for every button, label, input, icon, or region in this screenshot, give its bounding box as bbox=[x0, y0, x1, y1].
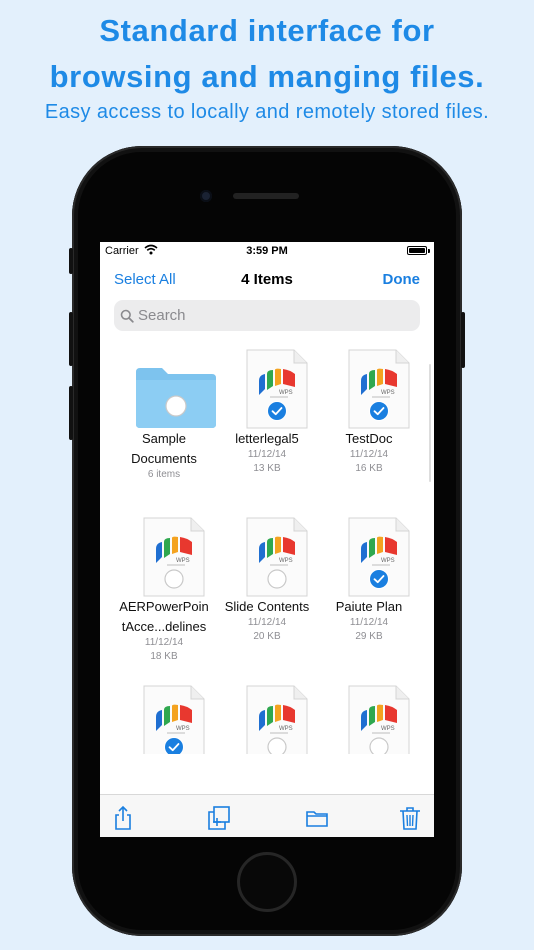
wps-badge-text: WPS bbox=[381, 726, 395, 732]
file-grid: Sample Documents 6 items WPS letterlegal5 11/… bbox=[100, 344, 434, 754]
bottom-toolbar bbox=[100, 794, 434, 837]
wps-badge-text: WPS bbox=[381, 558, 395, 564]
promo-headline: Standard interface for browsing and mang… bbox=[0, 8, 534, 100]
checked-circle-icon[interactable] bbox=[164, 737, 184, 754]
document-thumbnail: WPS bbox=[215, 680, 319, 754]
item-date: 11/12/14 bbox=[247, 449, 287, 460]
front-camera bbox=[200, 190, 212, 202]
search-bar[interactable] bbox=[114, 300, 420, 331]
wps-badge-text: WPS bbox=[176, 726, 190, 732]
document-thumbnail: WPS bbox=[112, 680, 216, 754]
battery-tip bbox=[428, 249, 430, 253]
item-date: 11/12/14 bbox=[247, 617, 287, 628]
unchecked-circle-icon[interactable] bbox=[164, 569, 184, 589]
unchecked-circle-icon[interactable] bbox=[267, 737, 287, 754]
home-button[interactable] bbox=[237, 852, 297, 912]
folder-item[interactable]: Sample Documents 6 items bbox=[112, 344, 216, 482]
item-name: letterlegal5 bbox=[235, 431, 299, 446]
item-date: 11/12/14 bbox=[349, 449, 389, 460]
wps-badge-text: WPS bbox=[279, 390, 293, 396]
volume-up-button bbox=[69, 312, 73, 366]
wps-badge-text: WPS bbox=[279, 726, 293, 732]
select-all-button[interactable]: Select All bbox=[114, 271, 176, 288]
done-button[interactable]: Done bbox=[383, 271, 421, 288]
wps-badge-text: WPS bbox=[381, 390, 395, 396]
item-name: Sample bbox=[141, 431, 187, 446]
item-name: AERPowerPoin bbox=[119, 599, 209, 614]
file-item[interactable]: WPS bbox=[215, 680, 319, 754]
move-to-folder-icon[interactable] bbox=[304, 805, 330, 831]
power-button bbox=[461, 312, 465, 368]
item-size: 20 KB bbox=[253, 631, 281, 642]
file-item[interactable]: WPS bbox=[112, 680, 216, 754]
file-item[interactable]: WPS bbox=[317, 680, 421, 754]
item-size: 18 KB bbox=[150, 651, 178, 662]
file-item[interactable]: WPS AERPowerPoin tAcce...delines 11/12/14 18… bbox=[112, 512, 216, 664]
duplicate-icon[interactable] bbox=[206, 805, 232, 831]
wps-badge-text: WPS bbox=[279, 558, 293, 564]
file-item[interactable]: WPS TestDoc 11/12/14 16 KB bbox=[317, 344, 421, 476]
document-thumbnail: WPS bbox=[215, 512, 319, 597]
unchecked-circle-icon[interactable] bbox=[267, 569, 287, 589]
promo-subline: Easy access to locally and remotely stor… bbox=[44, 101, 490, 123]
unchecked-circle-icon[interactable] bbox=[369, 737, 389, 754]
item-name: TestDoc bbox=[345, 431, 393, 446]
item-name: Paiute Plan bbox=[335, 599, 403, 614]
folder-thumbnail bbox=[112, 344, 216, 428]
mute-switch bbox=[69, 248, 73, 274]
document-thumbnail: WPS bbox=[112, 512, 216, 597]
share-icon[interactable] bbox=[110, 805, 136, 831]
item-size: 29 KB bbox=[355, 631, 383, 642]
promo-headline-line1: Standard interface for bbox=[99, 13, 435, 48]
file-item[interactable]: WPS letterlegal5 11/12/14 13 KB bbox=[215, 344, 319, 476]
item-size: 16 KB bbox=[355, 463, 383, 474]
item-name: Slide Contents bbox=[224, 599, 310, 614]
volume-down-button bbox=[69, 386, 73, 440]
item-date: 11/12/14 bbox=[349, 617, 389, 628]
app-screen: Carrier 3:59 PM Select All 4 Items Done … bbox=[100, 242, 434, 837]
search-icon bbox=[120, 309, 134, 323]
item-date: 11/12/14 bbox=[144, 637, 184, 648]
trash-icon[interactable] bbox=[397, 805, 423, 831]
folder-icon bbox=[136, 368, 216, 428]
status-bar: Carrier 3:59 PM bbox=[100, 242, 434, 260]
checked-circle-icon[interactable] bbox=[267, 401, 287, 421]
document-thumbnail: WPS bbox=[317, 680, 421, 754]
document-thumbnail: WPS bbox=[317, 512, 421, 597]
item-name-line2: tAcce...delines bbox=[121, 619, 207, 634]
file-item[interactable]: WPS Slide Contents 11/12/14 20 KB bbox=[215, 512, 319, 644]
wps-badge-text: WPS bbox=[176, 558, 190, 564]
search-input[interactable] bbox=[134, 307, 408, 324]
file-item[interactable]: WPS Paiute Plan 11/12/14 29 KB bbox=[317, 512, 421, 644]
checked-circle-icon[interactable] bbox=[369, 401, 389, 421]
battery-icon bbox=[407, 246, 427, 255]
scroll-indicator[interactable] bbox=[429, 364, 431, 482]
item-size: 13 KB bbox=[253, 463, 281, 474]
checked-circle-icon[interactable] bbox=[369, 569, 389, 589]
earpiece-speaker bbox=[233, 193, 299, 199]
clock: 3:59 PM bbox=[246, 245, 288, 257]
promo-headline-line2: browsing and manging files. bbox=[49, 59, 485, 94]
item-size: 6 items bbox=[147, 469, 181, 480]
navigation-bar: Select All 4 Items Done bbox=[100, 266, 434, 294]
item-name-line2: Documents bbox=[131, 451, 197, 466]
document-thumbnail: WPS bbox=[215, 344, 319, 429]
document-thumbnail: WPS bbox=[317, 344, 421, 429]
